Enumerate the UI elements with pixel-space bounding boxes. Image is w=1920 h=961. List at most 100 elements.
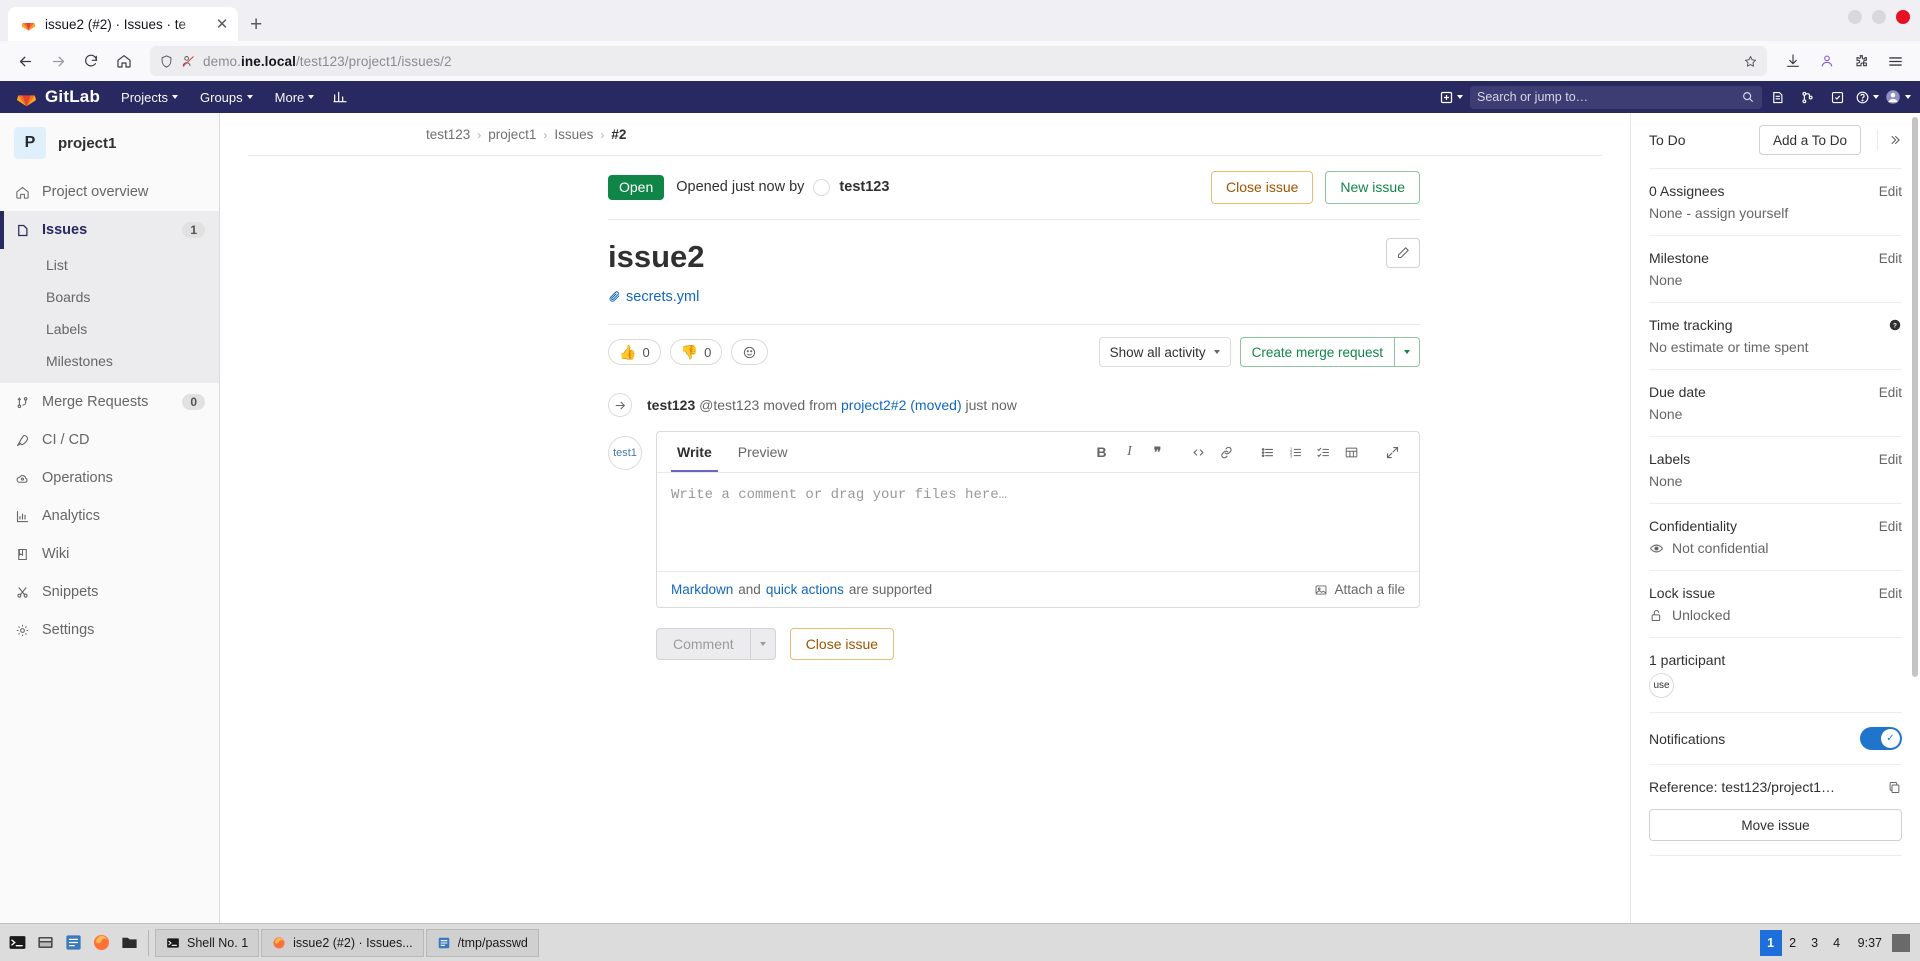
sidebar-item-wiki[interactable]: Wiki bbox=[0, 535, 219, 573]
task-list-icon[interactable] bbox=[1311, 439, 1336, 465]
nav-groups[interactable]: Groups bbox=[189, 81, 264, 113]
numbered-list-icon[interactable]: 123 bbox=[1283, 439, 1308, 465]
notifications-toggle[interactable]: ✓ bbox=[1860, 727, 1902, 750]
back-arrow-icon[interactable] bbox=[10, 46, 40, 76]
copy-icon[interactable] bbox=[1887, 780, 1902, 795]
sidebar-item-merge-requests[interactable]: Merge Requests 0 bbox=[0, 383, 219, 421]
editor-launcher-icon[interactable] bbox=[60, 928, 86, 958]
edit-confidentiality-button[interactable]: Edit bbox=[1879, 519, 1902, 534]
nav-projects[interactable]: Projects bbox=[110, 81, 189, 113]
taskbar-task-editor[interactable]: /tmp/passwd bbox=[425, 928, 539, 957]
create-new-button[interactable] bbox=[1432, 90, 1470, 105]
move-issue-button[interactable]: Move issue bbox=[1649, 809, 1902, 841]
create-merge-request-dropdown[interactable] bbox=[1394, 337, 1420, 368]
link-icon[interactable] bbox=[1214, 439, 1239, 465]
code-icon[interactable] bbox=[1186, 439, 1211, 465]
sidebar-item-list[interactable]: List bbox=[0, 249, 219, 281]
system-tray-icon[interactable] bbox=[1892, 933, 1910, 952]
sidebar-item-analytics[interactable]: Analytics bbox=[0, 497, 219, 535]
italic-icon[interactable]: I bbox=[1117, 439, 1142, 465]
breadcrumb-item-issues[interactable]: Issues bbox=[554, 127, 593, 142]
tab-write[interactable]: Write bbox=[671, 432, 718, 472]
account-icon[interactable] bbox=[1812, 46, 1842, 76]
forward-arrow-icon[interactable] bbox=[43, 46, 73, 76]
sidebar-item-settings[interactable]: Settings bbox=[0, 611, 219, 649]
chevrons-right-icon[interactable] bbox=[1877, 129, 1902, 151]
edit-labels-button[interactable]: Edit bbox=[1879, 452, 1902, 467]
workspace-4[interactable]: 4 bbox=[1826, 930, 1848, 956]
note-author[interactable]: test123 bbox=[647, 397, 695, 413]
sidebar-scrollbar[interactable] bbox=[1912, 117, 1918, 677]
close-issue-bottom-button[interactable]: Close issue bbox=[789, 628, 895, 661]
bullet-list-icon[interactable] bbox=[1255, 439, 1280, 465]
breadcrumb-item-group[interactable]: test123 bbox=[426, 127, 470, 142]
help-nav-icon[interactable] bbox=[1852, 81, 1882, 113]
note-source-link[interactable]: project2#2 (moved) bbox=[841, 397, 962, 413]
edit-lock-issue-button[interactable]: Edit bbox=[1879, 586, 1902, 601]
tab-close-icon[interactable]: ✕ bbox=[214, 15, 230, 33]
bold-icon[interactable]: B bbox=[1089, 439, 1114, 465]
workspace-1[interactable]: 1 bbox=[1759, 929, 1782, 956]
search-icon[interactable] bbox=[1741, 90, 1755, 104]
comment-dropdown-button[interactable] bbox=[749, 628, 776, 661]
attachment-link[interactable]: secrets.yml bbox=[608, 289, 699, 305]
sidebar-item-labels[interactable]: Labels bbox=[0, 313, 219, 345]
taskbar-task-shell[interactable]: Shell No. 1 bbox=[155, 928, 260, 957]
extension-icon[interactable] bbox=[1846, 46, 1876, 76]
url-bar[interactable]: demo.ine.local/test123/project1/issues/2 bbox=[150, 46, 1767, 76]
todos-nav-icon[interactable] bbox=[1822, 81, 1852, 113]
download-icon[interactable] bbox=[1778, 46, 1808, 76]
new-tab-button[interactable]: + bbox=[250, 14, 262, 35]
issues-nav-icon[interactable] bbox=[1762, 81, 1792, 113]
gitlab-logo[interactable]: GitLab bbox=[8, 87, 110, 108]
sidebar-item-milestones[interactable]: Milestones bbox=[0, 345, 219, 377]
minimize-button[interactable] bbox=[1848, 10, 1862, 24]
close-window-button[interactable] bbox=[1896, 10, 1910, 24]
activity-filter-dropdown[interactable]: Show all activity bbox=[1098, 337, 1231, 368]
sidebar-item-issues[interactable]: Issues 1 bbox=[0, 211, 219, 249]
quick-actions-link[interactable]: quick actions bbox=[766, 582, 844, 597]
workspace-2[interactable]: 2 bbox=[1782, 930, 1804, 956]
attach-file-button[interactable]: Attach a file bbox=[1314, 582, 1405, 597]
user-avatar-icon[interactable] bbox=[1882, 81, 1912, 113]
close-issue-button[interactable]: Close issue bbox=[1211, 171, 1314, 204]
new-issue-button[interactable]: New issue bbox=[1325, 171, 1420, 204]
fullscreen-icon[interactable] bbox=[1380, 439, 1405, 465]
files-launcher-icon[interactable] bbox=[32, 928, 58, 958]
bookmark-star-icon[interactable] bbox=[1743, 54, 1758, 69]
sidebar-item-snippets[interactable]: Snippets bbox=[0, 573, 219, 611]
thumbs-up-button[interactable]: 👍 0 bbox=[608, 339, 661, 366]
edit-milestone-button[interactable]: Edit bbox=[1879, 251, 1902, 266]
markdown-help-link[interactable]: Markdown bbox=[671, 582, 733, 597]
comment-textarea[interactable]: Write a comment or drag your files here… bbox=[657, 473, 1419, 571]
quote-icon[interactable]: ❞ bbox=[1145, 439, 1170, 465]
thumbs-down-button[interactable]: 👎 0 bbox=[669, 339, 723, 366]
nav-more[interactable]: More bbox=[264, 81, 326, 113]
firefox-launcher-icon[interactable] bbox=[88, 928, 114, 958]
browser-tab[interactable]: issue2 (#2) · Issues · te ✕ bbox=[8, 7, 238, 41]
hamburger-menu-icon[interactable] bbox=[1880, 46, 1910, 76]
edit-due-date-button[interactable]: Edit bbox=[1879, 385, 1902, 400]
search-input[interactable] bbox=[1477, 90, 1735, 104]
comment-button[interactable]: Comment bbox=[656, 628, 750, 661]
reload-icon[interactable] bbox=[76, 46, 106, 76]
taskbar-task-firefox[interactable]: issue2 (#2) · Issues... bbox=[261, 928, 424, 957]
terminal-launcher-icon[interactable] bbox=[4, 928, 30, 958]
edit-title-button[interactable] bbox=[1386, 237, 1420, 268]
maximize-button[interactable] bbox=[1872, 10, 1886, 24]
workspace-3[interactable]: 3 bbox=[1804, 930, 1826, 956]
time-tracking-help-icon[interactable]: ? bbox=[1888, 318, 1902, 332]
add-reaction-button[interactable] bbox=[731, 339, 769, 366]
sidebar-item-operations[interactable]: Operations bbox=[0, 459, 219, 497]
edit-assignees-button[interactable]: Edit bbox=[1879, 184, 1902, 199]
tab-preview[interactable]: Preview bbox=[732, 432, 794, 472]
sidebar-item-project-overview[interactable]: Project overview bbox=[0, 173, 219, 211]
participant-avatar[interactable]: use bbox=[1649, 673, 1674, 698]
sidebar-item-boards[interactable]: Boards bbox=[0, 281, 219, 313]
folder-launcher-icon[interactable] bbox=[116, 928, 142, 958]
merge-requests-nav-icon[interactable] bbox=[1792, 81, 1822, 113]
assignees-value[interactable]: None - assign yourself bbox=[1649, 205, 1902, 221]
sidebar-item-ci-cd[interactable]: CI / CD bbox=[0, 421, 219, 459]
home-icon[interactable] bbox=[109, 46, 139, 76]
issue-author[interactable]: test123 bbox=[839, 179, 889, 195]
